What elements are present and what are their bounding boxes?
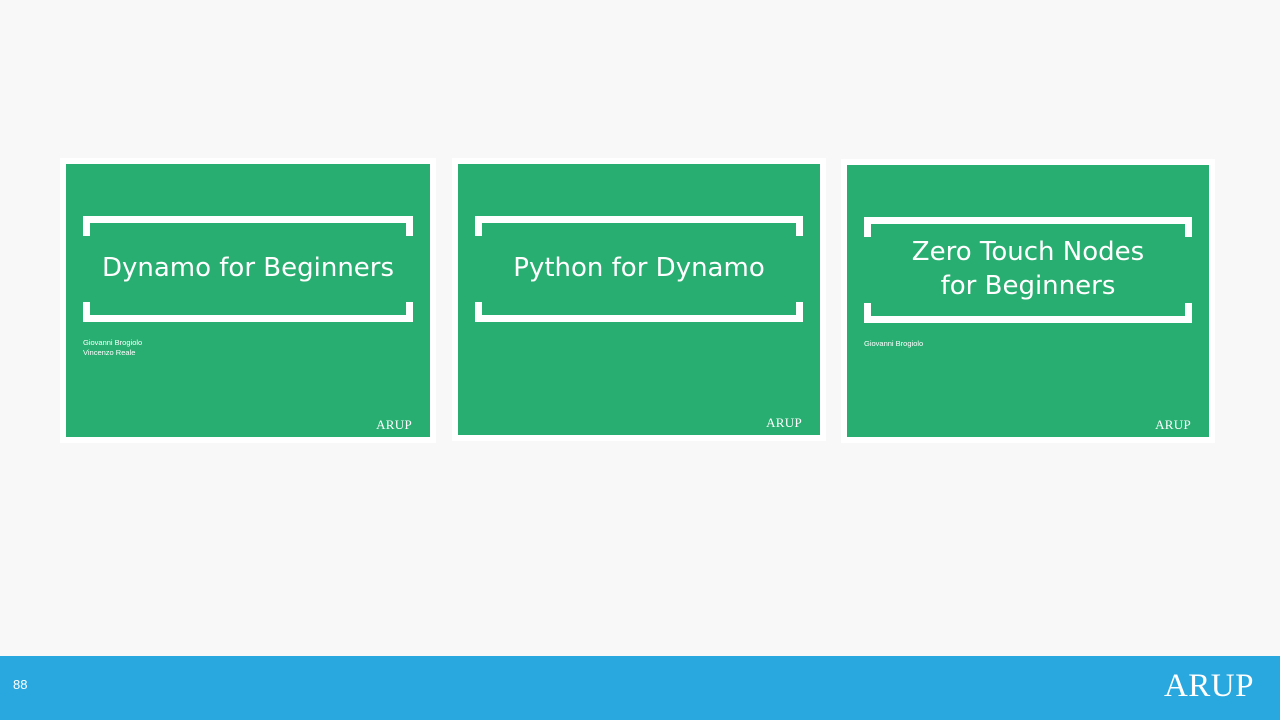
thumbnail-title: Python for Dynamo — [513, 253, 765, 284]
slide-thumbnail-zero-touch-nodes[interactable]: Zero Touch Nodes for Beginners Giovanni … — [847, 165, 1209, 437]
arup-logo: ARUP — [766, 415, 802, 430]
author-name: Vincenzo Reale — [83, 348, 136, 357]
thumbnail-authors: Giovanni Brogiolo Vincenzo Reale — [83, 338, 142, 358]
slide: Dynamo for Beginners Giovanni Brogiolo V… — [0, 0, 1280, 720]
bracket-top — [83, 216, 413, 236]
author-name: Giovanni Brogiolo — [83, 338, 143, 347]
bracket-top — [864, 217, 1192, 237]
arup-logo: ARUP — [1163, 668, 1254, 704]
bracket-bottom — [83, 302, 413, 322]
bracket-bottom — [864, 303, 1192, 323]
page-number: 88 — [13, 677, 28, 692]
footer-bar: 88 ARUP — [0, 656, 1280, 720]
arup-logo: ARUP — [376, 417, 412, 432]
author-name: Giovanni Brogiolo — [864, 339, 924, 348]
thumbnail-title: Dynamo for Beginners — [101, 253, 395, 284]
slide-thumbnail-dynamo-for-beginners[interactable]: Dynamo for Beginners Giovanni Brogiolo V… — [66, 164, 430, 437]
arup-logo: ARUP — [1155, 417, 1191, 432]
thumbnail-title: Zero Touch Nodes for Beginners — [911, 237, 1145, 301]
thumbnail-authors: Giovanni Brogiolo — [864, 339, 923, 349]
slide-thumbnail-python-for-dynamo[interactable]: Python for Dynamo ARUP — [458, 164, 820, 435]
bracket-bottom — [475, 302, 803, 322]
bracket-top — [475, 216, 803, 236]
